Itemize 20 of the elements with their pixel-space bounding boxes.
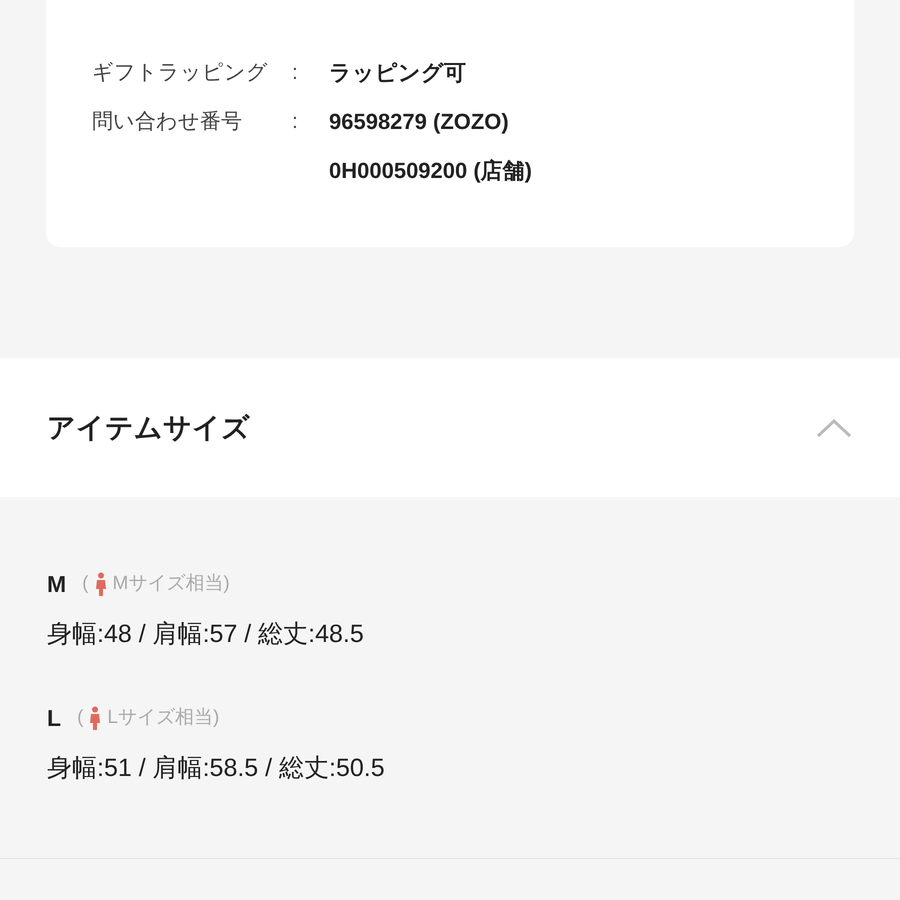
size-name: M — [47, 570, 66, 599]
detail-value: 96598279 (ZOZO) — [329, 108, 510, 136]
paren-text: ( — [77, 706, 84, 730]
woman-figure-icon — [94, 572, 106, 596]
size-measurements: 身幅:51 / 肩幅:58.5 / 総丈:50.5 — [47, 752, 386, 784]
paren-text: ( — [82, 572, 88, 596]
size-equivalent: Lサイズ相当) — [107, 706, 220, 730]
chevron-up-icon — [816, 418, 852, 438]
size-name: L — [47, 704, 62, 733]
detail-label: ギフトラッピング — [92, 60, 269, 86]
colon-separator: : — [292, 60, 299, 86]
detail-value: ラッピング可 — [329, 59, 466, 87]
size-equivalent: Mサイズ相当) — [112, 572, 230, 596]
woman-figure-icon — [89, 706, 102, 730]
section-header[interactable]: アイテムサイズ — [0, 358, 900, 497]
detail-label: 問い合わせ番号 — [92, 109, 243, 135]
section-title: アイテムサイズ — [47, 410, 250, 444]
colon-separator: : — [292, 109, 299, 135]
size-measurements: 身幅:48 / 肩幅:57 / 総丈:48.5 — [47, 618, 365, 650]
detail-value: 0H000509200 (店舗) — [329, 157, 532, 185]
